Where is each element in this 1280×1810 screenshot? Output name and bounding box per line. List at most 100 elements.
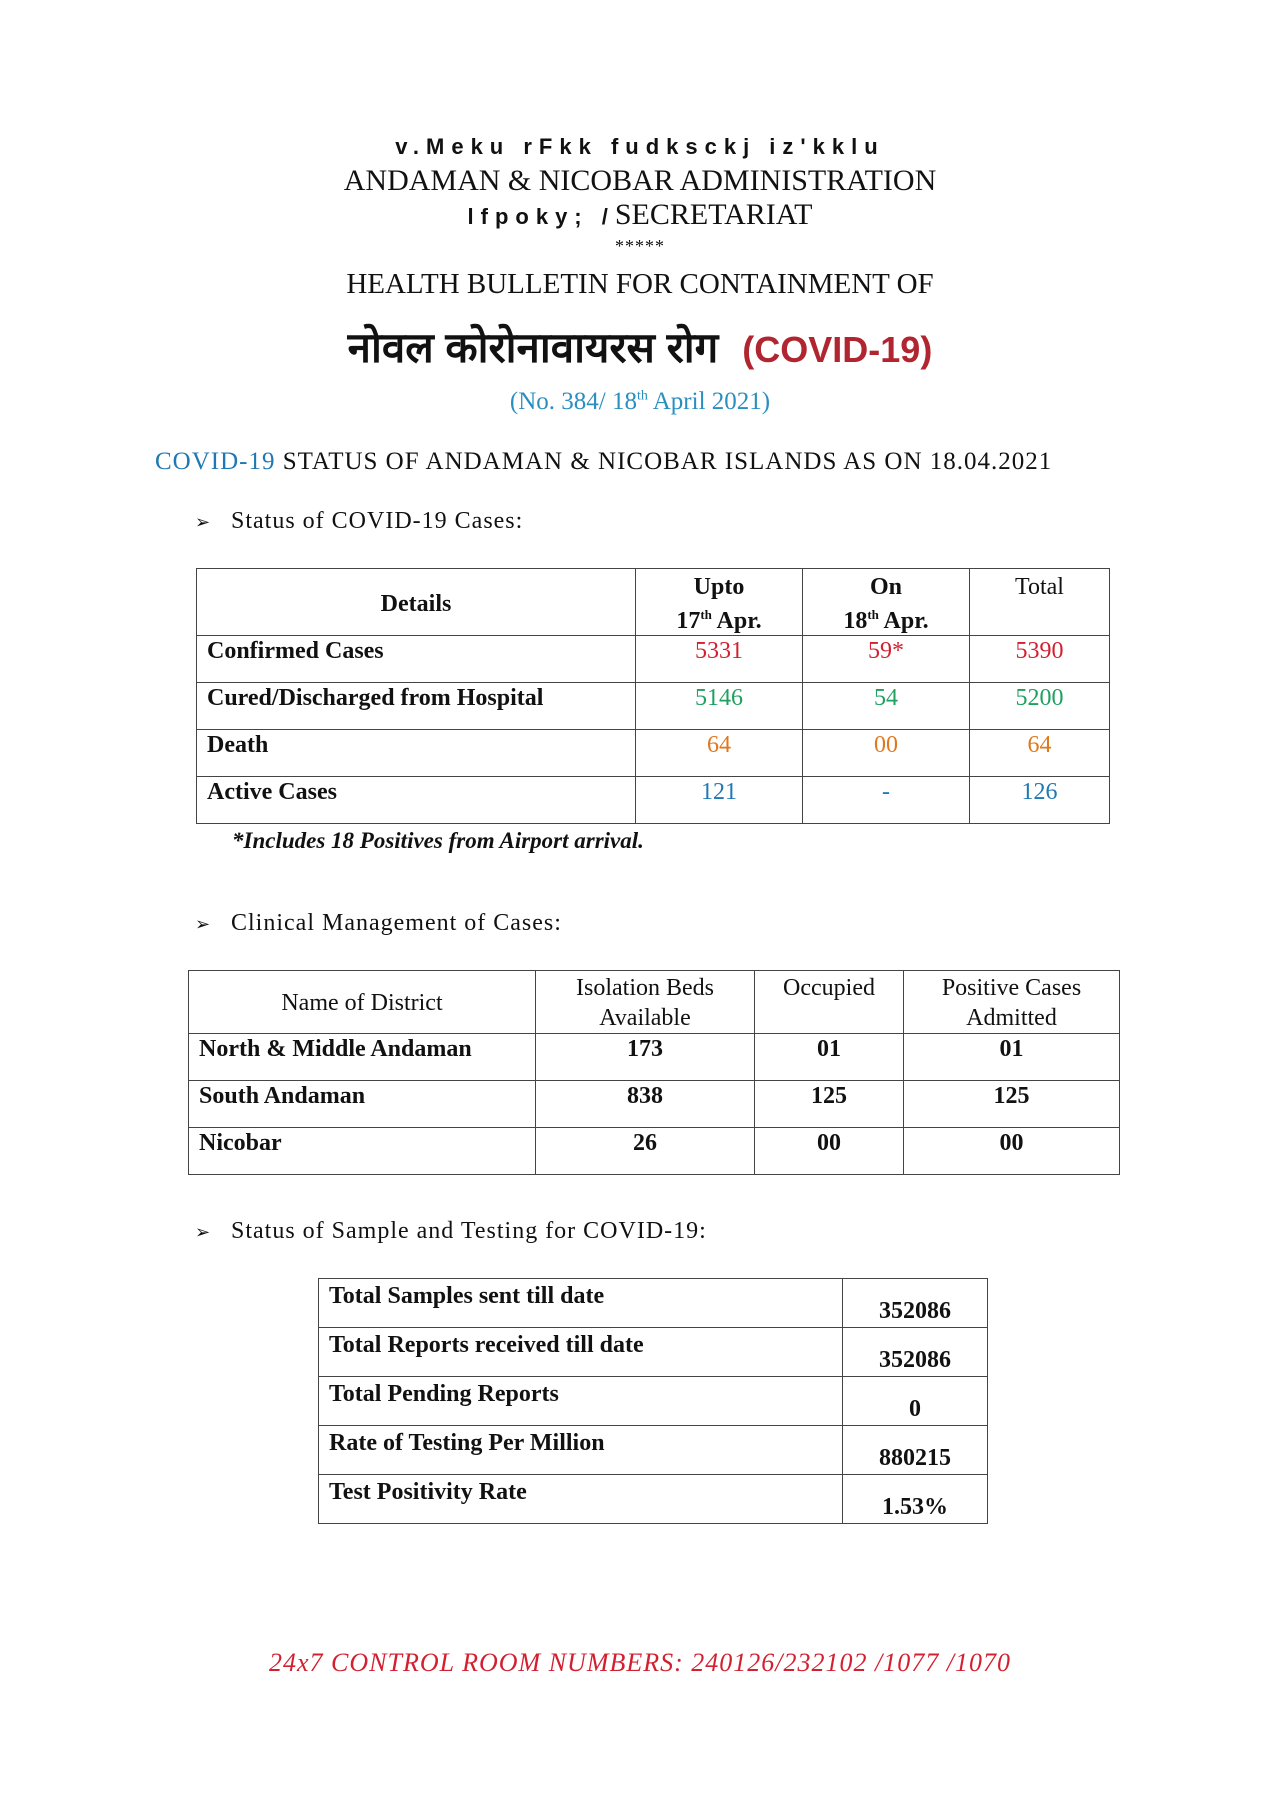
cell-value: 352086 [842, 1327, 988, 1377]
cell-district: North & Middle Andaman [188, 1033, 536, 1081]
cell-label: Total Pending Reports [318, 1376, 843, 1426]
control-room-numbers: 24x7 CONTROL ROOM NUMBERS: 240126/232102… [269, 1648, 1011, 1677]
header-positive: Positive Cases Admitted [903, 970, 1120, 1034]
cell-beds: 838 [535, 1080, 755, 1128]
cell-on: 00 [802, 729, 970, 777]
header-on: On 18th Apr. [802, 568, 970, 636]
header-beds: Isolation Beds Available [535, 970, 755, 1034]
section-cases-heading: ➢ Status of COVID-19 Cases: [195, 508, 523, 535]
cell-total: 126 [969, 776, 1110, 824]
secretariat-label: SECRETARIAT [614, 198, 813, 231]
bulletin-heading: HEALTH BULLETIN FOR CONTAINMENT OF [346, 268, 934, 300]
table-row: North & Middle Andaman 173 01 01 [188, 1033, 1120, 1081]
bullet-arrow-icon: ➢ [195, 512, 212, 533]
row-label: Confirmed Cases [196, 635, 636, 683]
table-row: South Andaman 838 125 125 [188, 1080, 1120, 1128]
header-upto-sup: th [700, 607, 712, 622]
bullet-arrow-icon: ➢ [195, 914, 212, 935]
cell-upto: 121 [635, 776, 803, 824]
cell-total: 5200 [969, 682, 1110, 730]
header-upto-line1: Upto [693, 574, 745, 600]
status-line-accent: COVID-19 [155, 448, 276, 475]
table-row: Test Positivity Rate 1.53% [318, 1474, 988, 1524]
header-on-line1: On [869, 574, 902, 600]
section-clinical-label: Clinical Management of Cases: [231, 910, 562, 936]
cell-upto: 5331 [635, 635, 803, 683]
cell-total: 5390 [969, 635, 1110, 683]
status-line-text: STATUS OF ANDAMAN & NICOBAR ISLANDS AS O… [275, 448, 1053, 475]
admin-title: ANDAMAN & NICOBAR ADMINISTRATION [343, 164, 937, 197]
bulletin-number-suffix: April 2021) [647, 388, 771, 415]
admin-title-hindi: v.Meku rFkk fudksckj iz'kklu [395, 134, 885, 159]
secretariat-line: lfpoky; /SECRETARIAT [0, 198, 1280, 232]
cases-footnote: *Includes 18 Positives from Airport arri… [232, 828, 644, 853]
table-header-row: Name of District Isolation Beds Availabl… [188, 970, 1120, 1034]
table-row: Total Pending Reports 0 [318, 1376, 988, 1426]
bulletin-number-prefix: (No. 384/ 18 [509, 388, 637, 415]
table-row: Total Samples sent till date 352086 [318, 1278, 988, 1328]
table-row: Death 64 00 64 [196, 729, 1110, 777]
table-row: Confirmed Cases 5331 59* 5390 [196, 635, 1110, 683]
header-upto-month: Apr. [711, 608, 762, 634]
cell-occupied: 00 [754, 1127, 904, 1175]
cell-value: 1.53% [842, 1474, 988, 1524]
table-row: Nicobar 26 00 00 [188, 1127, 1120, 1175]
header-on-month: Apr. [878, 608, 929, 634]
cell-upto: 64 [635, 729, 803, 777]
header-district: Name of District [188, 970, 536, 1034]
secretariat-hindi: lfpoky; / [467, 204, 615, 229]
disease-title: नोवल कोरोनावायरस रोग (COVID-19) [0, 318, 1280, 375]
cell-admitted: 01 [903, 1033, 1120, 1081]
cell-value: 880215 [842, 1425, 988, 1475]
status-line: COVID-19 STATUS OF ANDAMAN & NICOBAR ISL… [155, 448, 1052, 476]
clinical-table: Name of District Isolation Beds Availabl… [188, 970, 1120, 1175]
header-positive-line1: Positive Cases [941, 975, 1082, 1001]
header-upto-day: 17 [676, 608, 701, 634]
row-label: Cured/Discharged from Hospital [196, 682, 636, 730]
section-clinical-heading: ➢ Clinical Management of Cases: [195, 910, 562, 937]
cell-district: South Andaman [188, 1080, 536, 1128]
cell-admitted: 125 [903, 1080, 1120, 1128]
covid-tag: (COVID-19) [742, 329, 933, 370]
table-row: Active Cases 121 - 126 [196, 776, 1110, 824]
header-details: Details [196, 568, 636, 636]
cell-district: Nicobar [188, 1127, 536, 1175]
cases-table: Details Upto 17th Apr. On 18th Apr. Tota… [196, 568, 1110, 824]
header-total: Total [969, 568, 1110, 636]
bulletin-number-sup: th [636, 388, 648, 404]
cell-label: Test Positivity Rate [318, 1474, 843, 1524]
cell-beds: 26 [535, 1127, 755, 1175]
row-label: Active Cases [196, 776, 636, 824]
section-testing-label: Status of Sample and Testing for COVID-1… [231, 1218, 707, 1244]
header-beds-line2: Available [599, 1005, 691, 1031]
cell-on: 59* [802, 635, 970, 683]
header-beds-line1: Isolation Beds [576, 975, 714, 1001]
table-row: Cured/Discharged from Hospital 5146 54 5… [196, 682, 1110, 730]
cell-occupied: 125 [754, 1080, 904, 1128]
row-label: Death [196, 729, 636, 777]
testing-table: Total Samples sent till date 352086 Tota… [318, 1278, 988, 1524]
cell-total: 64 [969, 729, 1110, 777]
cell-occupied: 01 [754, 1033, 904, 1081]
cell-label: Total Samples sent till date [318, 1278, 843, 1328]
header-occupied: Occupied [754, 970, 904, 1034]
cell-upto: 5146 [635, 682, 803, 730]
cell-on: - [802, 776, 970, 824]
cell-value: 352086 [842, 1278, 988, 1328]
header-on-sup: th [867, 607, 879, 622]
table-row: Total Reports received till date 352086 [318, 1327, 988, 1377]
cell-value: 0 [842, 1376, 988, 1426]
table-header-row: Details Upto 17th Apr. On 18th Apr. Tota… [196, 568, 1110, 636]
section-testing-heading: ➢ Status of Sample and Testing for COVID-… [195, 1218, 707, 1245]
table-row: Rate of Testing Per Million 880215 [318, 1425, 988, 1475]
bullet-arrow-icon: ➢ [195, 1222, 212, 1243]
separator-stars: ***** [615, 236, 665, 256]
cell-on: 54 [802, 682, 970, 730]
header-on-day: 18 [843, 608, 868, 634]
cell-label: Total Reports received till date [318, 1327, 843, 1377]
cell-label: Rate of Testing Per Million [318, 1425, 843, 1475]
bulletin-number: (No. 384/ 18th April 2021) [0, 388, 1280, 416]
cell-beds: 173 [535, 1033, 755, 1081]
disease-title-hindi: नोवल कोरोनावायरस रोग [347, 324, 719, 371]
header-upto: Upto 17th Apr. [635, 568, 803, 636]
